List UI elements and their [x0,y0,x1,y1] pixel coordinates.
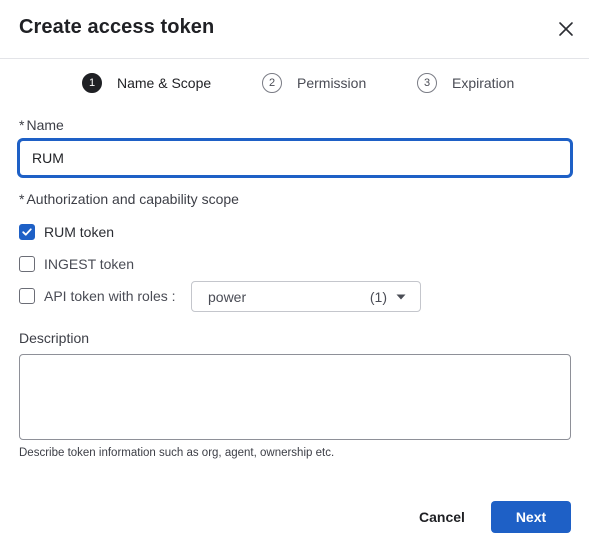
scope-option-rum[interactable]: RUM token [19,222,114,242]
scope-option-ingest[interactable]: INGEST token [19,254,134,274]
step-expiration[interactable]: 3 Expiration [417,72,514,94]
description-hint: Describe token information such as org, … [19,447,335,459]
step-permission[interactable]: 2 Permission [262,72,366,94]
step-number: 1 [82,73,102,93]
checkmark-icon [22,228,32,236]
step-label: Expiration [452,75,515,91]
api-token-label: API token with roles : [44,288,176,304]
name-label-text: Name [26,117,64,133]
description-label: Description [19,330,90,346]
rum-token-checkbox[interactable] [19,224,35,240]
scope-label: * Authorization and capability scope [19,191,239,207]
step-label: Name & Scope [117,75,212,91]
close-icon[interactable] [554,17,578,41]
step-number: 2 [262,73,282,93]
ingest-token-checkbox[interactable] [19,256,35,272]
step-label: Permission [297,75,367,91]
step-number: 3 [417,73,437,93]
caret-down-icon [396,294,406,299]
roles-select-count: (1) [369,288,387,305]
api-token-checkbox[interactable] [19,288,35,304]
name-input[interactable] [18,139,572,177]
name-label: * Name [19,117,64,133]
rum-token-label: RUM token [44,224,115,240]
dialog-header: Create access token [0,0,589,59]
scope-label-text: Authorization and capability scope [26,191,239,207]
ingest-token-label: INGEST token [44,256,135,272]
next-button[interactable]: Next [491,501,571,533]
description-textarea[interactable] [19,354,571,440]
step-name-and-scope[interactable]: 1 Name & Scope [82,72,211,94]
dialog-title: Create access token [19,16,215,38]
scope-option-api[interactable]: API token with roles : [19,286,176,306]
roles-select-value: power [208,288,247,305]
required-mark: * [19,117,25,133]
roles-select[interactable]: power (1) [191,281,421,312]
required-mark: * [19,191,25,207]
stepper: 1 Name & Scope 2 Permission 3 Expiration [0,72,589,96]
cancel-button[interactable]: Cancel [409,501,475,533]
